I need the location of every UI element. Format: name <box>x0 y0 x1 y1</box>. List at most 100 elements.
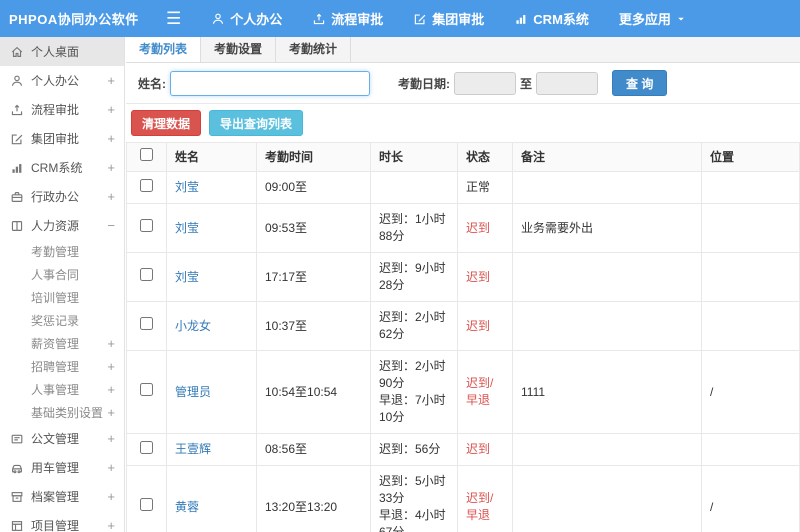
note-cell: 业务需要外出 <box>512 203 702 253</box>
tab-label: 考勤统计 <box>289 42 338 56</box>
employee-name-link[interactable]: 刘莹 <box>175 270 199 284</box>
sidebar-item[interactable]: 人事合同 <box>0 263 124 286</box>
expand-toggle[interactable]: + <box>107 489 115 504</box>
tab[interactable]: 考勤列表 <box>126 37 202 62</box>
date-to-label: 至 <box>520 76 533 91</box>
column-header: 位置 <box>701 142 800 172</box>
row-checkbox[interactable] <box>140 219 153 232</box>
employee-name-link[interactable]: 管理员 <box>175 385 211 399</box>
sidebar-item[interactable]: 流程审批 + <box>0 95 124 124</box>
employee-name-link[interactable]: 王壹辉 <box>175 442 211 456</box>
note-cell <box>512 171 702 204</box>
date-to-input[interactable] <box>536 71 599 95</box>
row-checkbox[interactable] <box>140 317 153 330</box>
attendance-time-cell: 10:37至 <box>256 301 371 351</box>
book-icon <box>10 219 25 233</box>
export-list-button[interactable]: 导出查询列表 <box>209 110 304 136</box>
sidebar-item[interactable]: 招聘管理 + <box>0 355 124 378</box>
expand-toggle[interactable]: + <box>107 131 115 146</box>
expand-toggle[interactable]: + <box>107 102 115 117</box>
sidebar-item[interactable]: 公文管理 + <box>0 424 124 453</box>
row-checkbox[interactable] <box>140 440 153 454</box>
top-nav-item[interactable]: 流程审批 <box>312 9 383 28</box>
chart-icon <box>10 161 25 175</box>
tab[interactable]: 考勤设置 <box>201 37 277 62</box>
sidebar-item[interactable]: 人力资源 − <box>0 211 124 240</box>
sidebar-item[interactable]: 档案管理 + <box>0 482 124 511</box>
row-checkbox[interactable] <box>140 498 153 511</box>
attendance-time-cell: 09:53至 <box>256 203 371 253</box>
expand-toggle[interactable]: + <box>107 336 115 351</box>
top-nav-item[interactable]: 更多应用 <box>619 9 687 28</box>
expand-toggle[interactable]: + <box>107 189 115 204</box>
car-icon <box>10 461 25 475</box>
sidebar-item[interactable]: 项目管理 + <box>0 511 124 532</box>
search-button[interactable]: 查 询 <box>612 70 668 96</box>
name-input[interactable] <box>170 70 370 96</box>
caret-down-icon <box>675 13 687 25</box>
attendance-time-cell: 10:54至10:54 <box>256 350 371 434</box>
tab[interactable]: 考勤统计 <box>276 37 352 62</box>
status-badge: 迟到 <box>466 318 491 333</box>
top-nav-item[interactable]: 集团审批 <box>413 9 484 28</box>
sidebar-item[interactable]: 考勤管理 <box>0 240 124 263</box>
date-from-input[interactable] <box>454 71 516 95</box>
sidebar-item-label: 项目管理 <box>31 519 80 532</box>
sidebar-item[interactable]: 基础类别设置 + <box>0 401 124 424</box>
top-header: PHPOA协同办公软件 ☰ 个人办公 流程审批 集团审批 CRM系统 更多应用 <box>0 0 800 37</box>
row-checkbox[interactable] <box>140 383 153 396</box>
row-checkbox[interactable] <box>140 268 153 281</box>
sidebar-item[interactable]: 薪资管理 + <box>0 332 124 355</box>
sidebar: 个人桌面 个人办公 + 流程审批 + 集团审批 + CRM系统 + 行政办公 +… <box>0 37 125 532</box>
top-nav-label: 集团审批 <box>432 12 485 27</box>
sidebar-item[interactable]: 用车管理 + <box>0 453 124 482</box>
sidebar-item-label: 薪资管理 <box>31 337 80 351</box>
sidebar-item[interactable]: 培训管理 <box>0 286 124 309</box>
flow-icon <box>312 12 326 26</box>
row-checkbox[interactable] <box>140 178 153 192</box>
status-badge: 迟到 <box>466 269 491 284</box>
employee-name-link[interactable]: 小龙女 <box>175 319 211 333</box>
expand-toggle[interactable]: + <box>107 405 115 420</box>
top-nav-item[interactable]: CRM系统 <box>514 9 589 28</box>
expand-toggle[interactable]: + <box>107 382 115 397</box>
hamburger-icon[interactable]: ☰ <box>166 10 181 27</box>
expand-toggle[interactable]: + <box>107 431 115 446</box>
table-row: 刘莹 09:53至 迟到：1小时88分 迟到 业务需要外出 <box>126 203 800 253</box>
expand-toggle[interactable]: + <box>107 518 115 532</box>
top-nav-label: CRM系统 <box>533 12 589 27</box>
sidebar-item[interactable]: 行政办公 + <box>0 182 124 211</box>
employee-name-link[interactable]: 刘莹 <box>175 221 199 235</box>
expand-toggle[interactable]: + <box>107 359 115 374</box>
expand-toggle[interactable]: + <box>107 73 115 88</box>
sidebar-item[interactable]: 奖惩记录 <box>0 309 124 332</box>
sidebar-item-label: 培训管理 <box>31 291 80 305</box>
expand-toggle[interactable]: + <box>107 160 115 175</box>
location-cell: / <box>701 465 800 532</box>
sidebar-item-label: 人事合同 <box>31 268 80 282</box>
employee-name-link[interactable]: 刘莹 <box>175 180 199 194</box>
sidebar-item[interactable]: CRM系统 + <box>0 153 124 182</box>
sidebar-item[interactable]: 集团审批 + <box>0 124 124 153</box>
sidebar-item[interactable]: 个人桌面 <box>0 37 124 66</box>
sidebar-item-label: 考勤管理 <box>31 245 80 259</box>
edit-icon <box>413 12 427 26</box>
duration-cell: 迟到：2小时62分 <box>370 301 458 351</box>
top-nav: 个人办公 流程审批 集团审批 CRM系统 更多应用 <box>211 9 717 28</box>
sidebar-item[interactable]: 人事管理 + <box>0 378 124 401</box>
clean-data-button[interactable]: 清理数据 <box>131 110 202 136</box>
table-row: 黄蓉 13:20至13:20 迟到：5小时33分 早退：4小时67分 迟到/早退… <box>126 465 800 532</box>
sidebar-item[interactable]: 个人办公 + <box>0 66 124 95</box>
note-cell <box>512 252 702 302</box>
tab-label: 考勤设置 <box>214 42 263 56</box>
expand-toggle[interactable]: + <box>107 460 115 475</box>
employee-name-link[interactable]: 黄蓉 <box>175 500 199 514</box>
expand-toggle[interactable]: − <box>107 218 115 233</box>
top-nav-item[interactable]: 个人办公 <box>211 9 282 28</box>
sidebar-item-label: 个人桌面 <box>31 45 80 59</box>
duration-cell: 迟到：1小时88分 <box>370 203 458 253</box>
select-all-checkbox[interactable] <box>140 148 153 161</box>
sidebar-item-label: 流程审批 <box>31 103 80 117</box>
home-icon <box>10 45 25 59</box>
attendance-time-cell: 13:20至13:20 <box>256 465 371 532</box>
